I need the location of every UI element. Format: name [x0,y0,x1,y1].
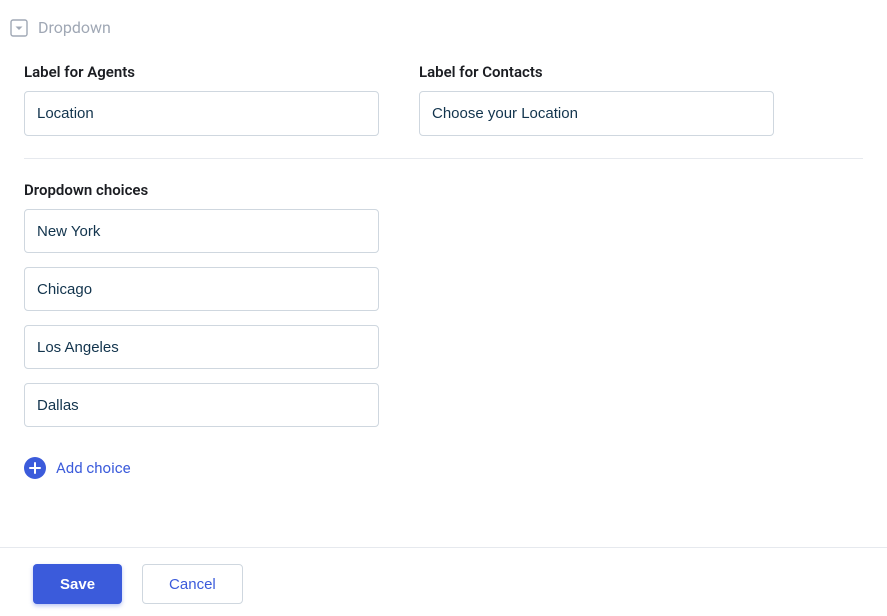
choice-input[interactable] [24,383,379,427]
dropdown-choices-title: Dropdown choices [24,181,863,199]
cancel-button[interactable]: Cancel [142,564,243,604]
choice-input[interactable] [24,325,379,369]
footer-actions: Save Cancel [0,547,887,616]
label-for-contacts-group: Label for Contacts [419,63,774,136]
choice-input[interactable] [24,267,379,311]
label-for-contacts-input[interactable] [419,91,774,136]
field-type-label: Dropdown [38,18,111,37]
label-for-agents-title: Label for Agents [24,63,379,81]
add-choice-button[interactable]: Add choice [24,457,131,479]
label-for-agents-input[interactable] [24,91,379,136]
add-choice-label: Add choice [56,459,131,477]
field-type-indicator: Dropdown [10,18,863,37]
dropdown-icon [10,19,28,37]
choice-input[interactable] [24,209,379,253]
section-divider [24,158,863,159]
label-for-contacts-title: Label for Contacts [419,63,774,81]
plus-circle-icon [24,457,46,479]
label-for-agents-group: Label for Agents [24,63,379,136]
save-button[interactable]: Save [33,564,122,604]
